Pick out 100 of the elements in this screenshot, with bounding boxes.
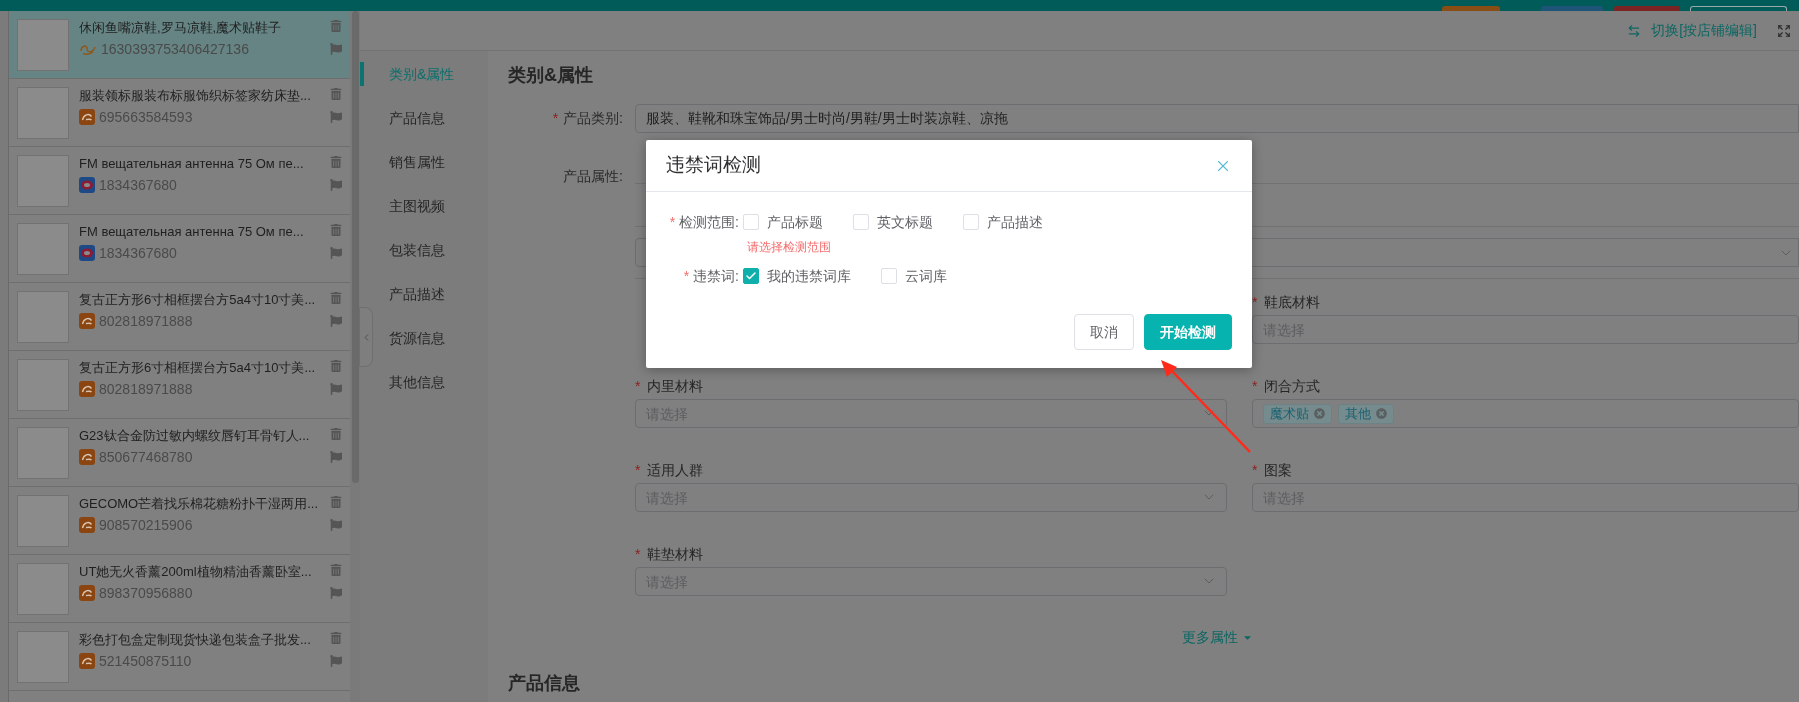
field-label: 检测范围:	[679, 212, 739, 232]
nav-item[interactable]: 销售属性	[389, 150, 445, 174]
required-asterisk: *	[669, 212, 676, 232]
square-logo-icon	[79, 517, 95, 533]
nav-item[interactable]: 其他信息	[389, 370, 445, 394]
flag-icon[interactable]	[330, 315, 342, 327]
nav-item[interactable]: 产品描述	[389, 282, 445, 306]
product-list-item[interactable]: 休闲鱼嘴凉鞋,罗马凉鞋,魔术贴鞋子 1630393753406427136	[9, 11, 350, 79]
product-title: G23钛合金防过敏内螺纹唇钉耳骨钉人...	[79, 427, 311, 445]
photo-placeholder	[17, 19, 69, 71]
multi-select-field[interactable]: 魔术贴 其他	[1252, 399, 1799, 428]
required-asterisk: *	[635, 460, 641, 480]
photo-placeholder	[17, 155, 69, 207]
photo-placeholder	[17, 427, 69, 479]
required-asterisk: *	[1252, 292, 1258, 312]
product-id: 1630393753406427136	[101, 40, 249, 58]
square-logo-icon	[79, 109, 95, 125]
required-asterisk: *	[635, 544, 641, 564]
trash-icon[interactable]	[330, 632, 342, 644]
option-label: 产品标题	[767, 212, 823, 232]
option-label: 云词库	[905, 266, 947, 286]
check-icon	[745, 270, 757, 282]
product-title: 服装领标服装布标服饰织标签家纺床垫...	[79, 87, 312, 105]
nav-item[interactable]: 产品信息	[389, 106, 445, 130]
field-label: 闭合方式	[1264, 376, 1321, 396]
photo-placeholder	[17, 359, 69, 411]
product-title: GECOMO芒着找乐棉花糖粉扑干湿两用...	[79, 495, 320, 513]
tag-chip[interactable]: 其他	[1338, 403, 1394, 424]
round-logo-icon	[79, 177, 95, 193]
nav-item[interactable]: 货源信息	[389, 326, 445, 350]
flag-icon[interactable]	[330, 451, 342, 463]
field-label: 鞋底材料	[1264, 292, 1321, 312]
start-check-button[interactable]: 开始检测	[1144, 314, 1232, 350]
nav-item[interactable]: 包装信息	[389, 238, 445, 262]
product-title: UT她无火香薰200ml植物精油香薰卧室...	[79, 563, 313, 581]
trash-icon[interactable]	[330, 496, 342, 508]
product-title: 休闲鱼嘴凉鞋,罗马凉鞋,魔术贴鞋子	[79, 19, 283, 37]
error-message: 请选择检测范围	[747, 239, 832, 256]
tag-chip[interactable]: 魔术贴	[1263, 403, 1332, 424]
fullscreen-icon[interactable]	[1777, 23, 1791, 38]
section-title: 类别&属性	[508, 64, 594, 86]
field-label: 违禁词:	[693, 266, 739, 286]
option-label: 我的违禁词库	[767, 266, 851, 286]
product-title: 彩色打包盒定制现货快递包装盒子批发...	[79, 631, 312, 649]
trash-icon[interactable]	[330, 292, 342, 304]
field-label: 适用人群	[647, 460, 704, 480]
field-label: 产品属性:	[563, 167, 623, 186]
square-logo-icon	[79, 449, 95, 465]
option-label: 产品描述	[987, 212, 1043, 232]
flag-icon[interactable]	[330, 43, 342, 55]
remove-icon[interactable]	[1376, 408, 1387, 419]
photo-placeholder	[17, 223, 69, 275]
field-label: 产品类别:	[563, 109, 623, 128]
flag-icon[interactable]	[330, 111, 342, 123]
swap-icon	[1627, 23, 1642, 38]
remove-icon[interactable]	[1314, 408, 1325, 419]
flag-icon[interactable]	[330, 179, 342, 191]
photo-placeholder	[17, 495, 69, 547]
category-field[interactable]: 服装、鞋靴和珠宝饰品/男士时尚/男鞋/男士时装凉鞋、凉拖	[635, 104, 1799, 133]
trash-icon[interactable]	[330, 224, 342, 236]
photo-placeholder	[17, 87, 69, 139]
flag-icon[interactable]	[330, 587, 342, 599]
required-asterisk: *	[1252, 376, 1258, 396]
dialog-title: 违禁词检测	[666, 153, 761, 178]
field-label: 鞋垫材料	[647, 544, 704, 564]
nav-item[interactable]: 主图视频	[389, 194, 445, 218]
collapse-button[interactable]	[359, 307, 373, 367]
flag-icon[interactable]	[330, 247, 342, 259]
checkbox[interactable]	[743, 268, 759, 284]
trash-icon[interactable]	[330, 360, 342, 372]
required-asterisk: *	[1252, 460, 1258, 480]
square-logo-icon	[79, 585, 95, 601]
required-asterisk: *	[683, 266, 690, 286]
active-indicator	[360, 62, 364, 86]
photo-placeholder	[17, 631, 69, 683]
trash-icon[interactable]	[330, 564, 342, 576]
round-logo-icon	[79, 245, 95, 261]
square-logo-icon	[79, 653, 95, 669]
trash-icon[interactable]	[330, 156, 342, 168]
product-title: FM вещательная антенна 75 Ом пе...	[79, 155, 305, 173]
cancel-button[interactable]: 取消	[1074, 314, 1134, 350]
section-title: 产品信息	[508, 672, 581, 694]
trash-icon[interactable]	[330, 428, 342, 440]
flag-icon[interactable]	[330, 655, 342, 667]
square-logo-icon	[79, 313, 95, 329]
swirl-logo-icon	[79, 43, 97, 55]
flag-icon[interactable]	[330, 519, 342, 531]
scrollbar[interactable]	[351, 11, 359, 483]
product-title: FM вещательная антенна 75 Ом пе...	[79, 223, 305, 241]
photo-placeholder	[17, 291, 69, 343]
field-label: 图案	[1264, 460, 1293, 480]
option-label: 英文标题	[877, 212, 933, 232]
flag-icon[interactable]	[330, 383, 342, 395]
photo-placeholder	[17, 563, 69, 615]
product-title: 复古正方形6寸相框摆台方5a4寸10寸美...	[79, 359, 317, 377]
product-title: 复古正方形6寸相框摆台方5a4寸10寸美...	[79, 291, 317, 309]
trash-icon[interactable]	[330, 88, 342, 100]
square-logo-icon	[79, 381, 95, 397]
trash-icon[interactable]	[330, 20, 342, 32]
field-label: 内里材料	[647, 376, 704, 396]
